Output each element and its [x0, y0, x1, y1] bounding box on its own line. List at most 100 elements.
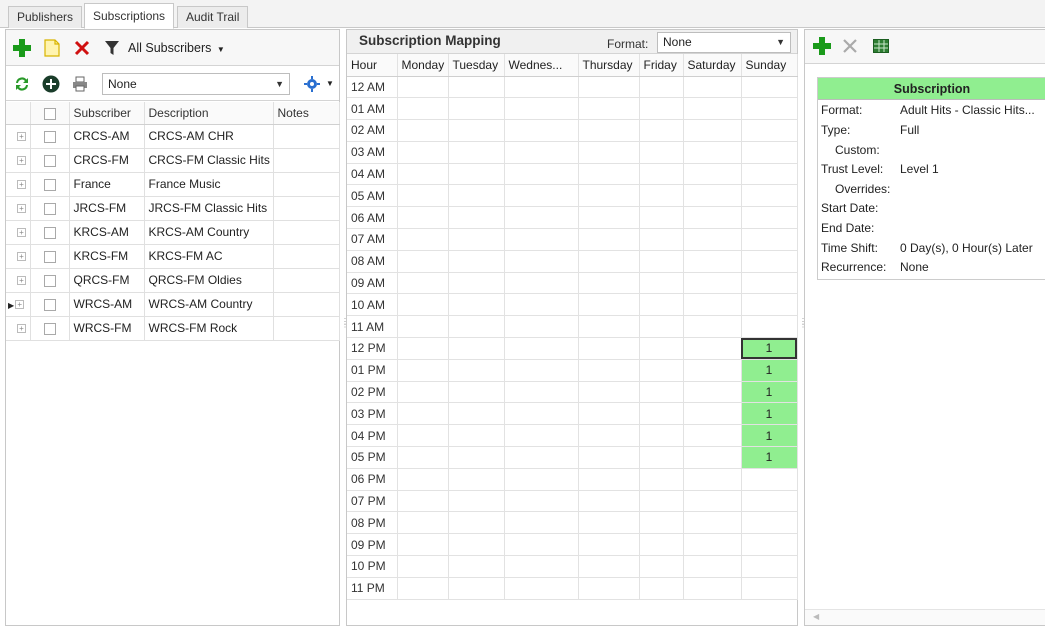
print-icon[interactable] [70, 74, 90, 94]
mapping-cell[interactable] [397, 228, 449, 251]
mapping-cell[interactable] [683, 446, 742, 469]
mapping-cell[interactable] [639, 468, 684, 491]
row-checkbox[interactable] [30, 244, 70, 269]
expand-cell[interactable]: + [6, 196, 31, 221]
mapping-cell[interactable] [448, 315, 505, 339]
mapping-cell[interactable] [683, 163, 742, 186]
mapping-cell[interactable] [448, 76, 505, 99]
mapping-cell[interactable] [683, 402, 742, 426]
mapping-cell[interactable] [448, 97, 505, 121]
mapping-cell[interactable] [578, 184, 640, 208]
row-checkbox[interactable] [30, 172, 70, 197]
mapping-cell[interactable] [578, 381, 640, 404]
expand-icon[interactable]: + [17, 180, 26, 190]
expand-icon[interactable]: + [17, 252, 26, 262]
horizontal-scrollbar[interactable]: ◀ [805, 609, 1045, 625]
mapping-cell[interactable] [578, 424, 640, 448]
subscriber-row[interactable]: ▶ + WRCS-AM WRCS-AM Country [6, 292, 340, 317]
expand-icon[interactable]: + [17, 132, 26, 142]
notes-cell[interactable] [273, 220, 340, 245]
mapping-cell[interactable] [448, 446, 505, 469]
mapping-cell[interactable] [683, 381, 742, 404]
mapping-cell[interactable] [683, 468, 742, 491]
mapping-cell[interactable] [683, 272, 742, 295]
subscriber-row[interactable]: + WRCS-FM WRCS-FM Rock [6, 316, 340, 341]
mapping-cell[interactable] [741, 490, 798, 513]
select-all-checkbox[interactable] [30, 102, 70, 125]
tab-subscriptions[interactable]: Subscriptions [84, 3, 175, 29]
mapping-cell[interactable] [397, 533, 449, 557]
notes-cell[interactable] [273, 316, 340, 341]
subscriber-cell[interactable]: WRCS-AM [69, 292, 145, 317]
mapping-cell[interactable] [504, 163, 579, 186]
subscriber-cell[interactable]: KRCS-AM [69, 220, 145, 245]
mapping-cell[interactable] [639, 359, 684, 382]
expand-icon[interactable]: + [17, 228, 26, 238]
mapping-cell[interactable] [741, 293, 798, 317]
mapping-cell[interactable] [683, 184, 742, 208]
mapping-cell[interactable] [397, 446, 449, 469]
mapping-cell[interactable]: 1 [741, 337, 798, 360]
mapping-column-header[interactable]: Saturday [683, 54, 742, 77]
mapping-cell[interactable] [504, 533, 579, 557]
expand-cell[interactable]: + [6, 244, 31, 269]
mapping-cell[interactable] [639, 228, 684, 251]
mapping-cell[interactable] [397, 381, 449, 404]
mapping-cell[interactable] [504, 577, 579, 600]
mapping-cell[interactable] [639, 577, 684, 600]
mapping-cell[interactable] [504, 141, 579, 164]
mapping-cell[interactable] [683, 206, 742, 230]
mapping-cell[interactable] [639, 293, 684, 317]
row-checkbox[interactable] [30, 220, 70, 245]
mapping-cell[interactable] [448, 577, 505, 600]
mapping-cell[interactable] [683, 315, 742, 339]
mapping-cell[interactable] [578, 272, 640, 295]
mapping-cell[interactable] [741, 272, 798, 295]
mapping-cell[interactable] [639, 250, 684, 273]
mapping-cell[interactable] [504, 424, 579, 448]
notes-cell[interactable] [273, 244, 340, 269]
mapping-cell[interactable] [448, 250, 505, 273]
mapping-cell[interactable] [397, 359, 449, 382]
mapping-cell[interactable] [448, 359, 505, 382]
scroll-left-icon[interactable]: ◀ [813, 612, 819, 621]
subscriber-cell[interactable]: QRCS-FM [69, 268, 145, 293]
notes-cell[interactable] [273, 268, 340, 293]
row-checkbox[interactable] [30, 196, 70, 221]
mapping-cell[interactable] [504, 206, 579, 230]
mapping-cell[interactable] [639, 76, 684, 99]
subscriber-cell[interactable]: KRCS-FM [69, 244, 145, 269]
new-document-icon[interactable] [42, 38, 62, 58]
mapping-cell[interactable]: 1 [741, 359, 798, 382]
mapping-cell[interactable] [683, 511, 742, 535]
gear-dropdown-icon[interactable]: ▼ [326, 79, 334, 88]
mapping-cell[interactable] [741, 511, 798, 535]
mapping-cell[interactable] [504, 315, 579, 339]
mapping-cell[interactable] [578, 446, 640, 469]
mapping-cell[interactable] [397, 337, 449, 360]
mapping-cell[interactable] [578, 315, 640, 339]
description-cell[interactable]: WRCS-FM Rock [144, 316, 274, 341]
mapping-cell[interactable]: 1 [741, 402, 798, 426]
mapping-cell[interactable] [683, 555, 742, 578]
mapping-cell[interactable] [578, 468, 640, 491]
mapping-cell[interactable] [639, 555, 684, 578]
mapping-cell[interactable] [741, 119, 798, 142]
mapping-cell[interactable] [397, 424, 449, 448]
mapping-cell[interactable] [683, 293, 742, 317]
mapping-cell[interactable] [578, 228, 640, 251]
mapping-cell[interactable] [741, 184, 798, 208]
mapping-cell[interactable] [683, 97, 742, 121]
subscriber-cell[interactable]: WRCS-FM [69, 316, 145, 341]
mapping-cell[interactable] [578, 533, 640, 557]
mapping-cell[interactable] [683, 337, 742, 360]
mapping-cell[interactable] [397, 315, 449, 339]
row-checkbox[interactable] [30, 148, 70, 173]
mapping-cell[interactable] [397, 76, 449, 99]
expand-cell[interactable]: + [6, 124, 31, 149]
expand-icon[interactable]: + [17, 156, 26, 166]
mapping-cell[interactable] [504, 272, 579, 295]
expand-icon[interactable]: + [17, 204, 26, 214]
subscriber-row[interactable]: + CRCS-AM CRCS-AM CHR [6, 124, 340, 149]
mapping-cell[interactable] [741, 555, 798, 578]
